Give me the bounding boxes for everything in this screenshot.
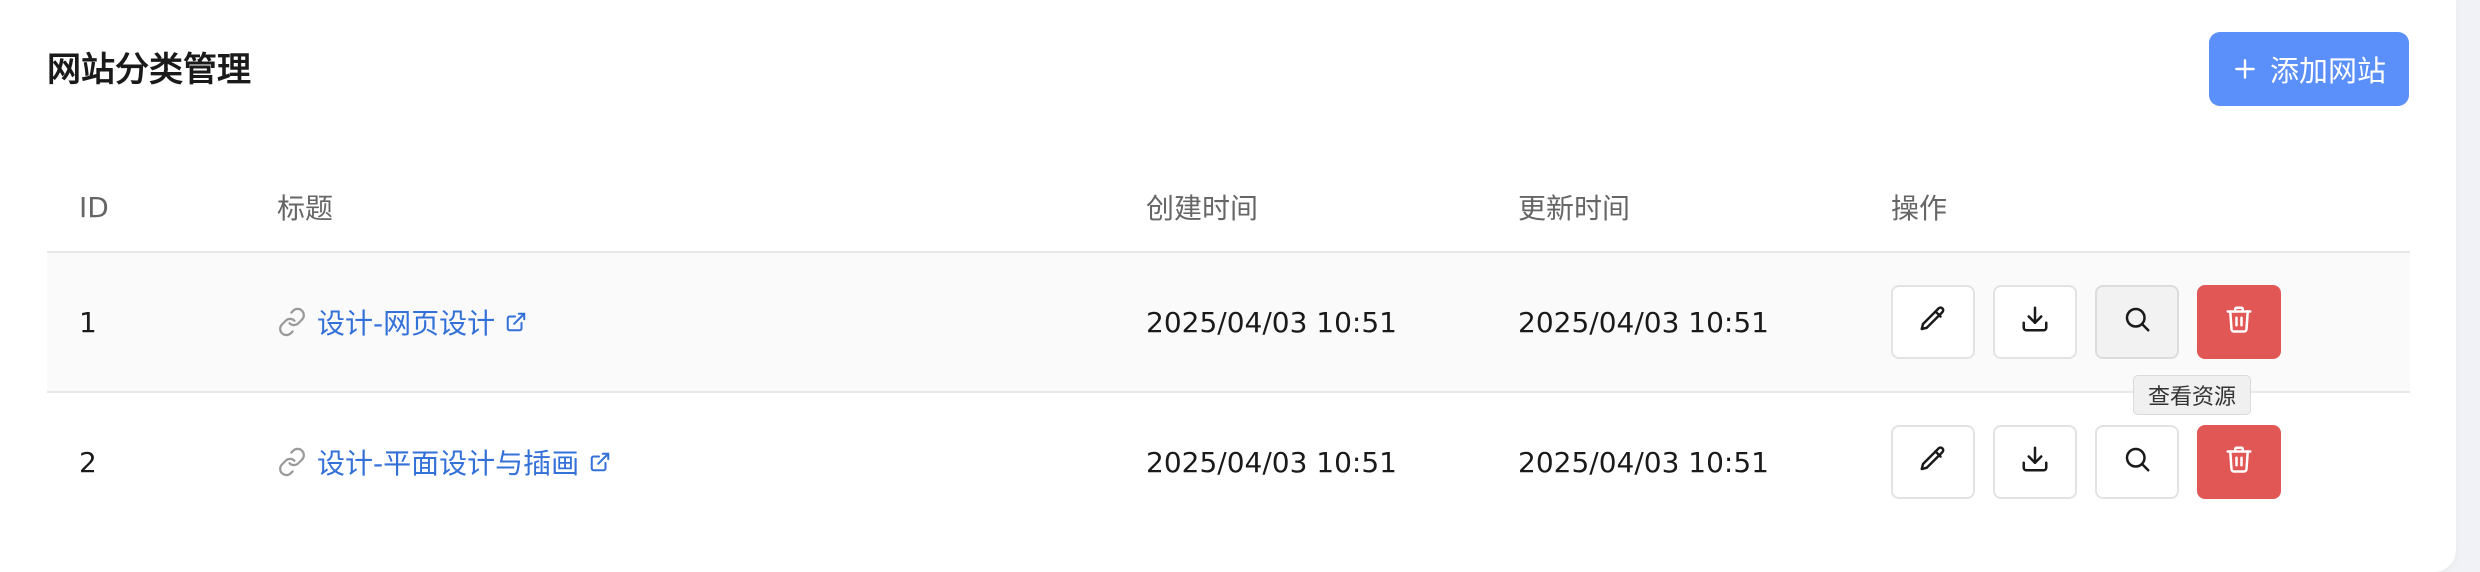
delete-button[interactable] [2197,285,2281,359]
pencil-icon [1918,304,1948,341]
edit-button[interactable] [1891,425,1975,499]
row-actions [1891,253,2281,391]
trash-icon [2224,444,2254,481]
row-id: 1 [79,305,97,339]
row-created: 2025/04/03 10:51 [1146,445,1397,479]
column-header-updated: 更新时间 [1518,192,1631,225]
row-created: 2025/04/03 10:51 [1146,305,1397,339]
category-card: 网站分类管理 添加网站 ID 标题 创建时间 更新时间 操作 1 设计-网页设计 [0,0,2456,572]
trash-icon [2224,304,2254,341]
search-icon [2122,444,2152,481]
row-title-cell: 设计-平面设计与插画 [277,393,611,531]
external-link-icon [589,451,611,473]
link-icon [277,307,307,337]
plus-icon [2232,56,2258,82]
download-icon [2020,304,2050,341]
link-icon [277,447,307,477]
add-website-label: 添加网站 [2269,56,2386,88]
table-header: ID 标题 创建时间 更新时间 操作 [47,163,2410,253]
download-button[interactable] [1993,425,2077,499]
row-updated: 2025/04/03 10:51 [1518,445,1769,479]
download-button[interactable] [1993,285,2077,359]
row-title-cell: 设计-网页设计 [277,253,527,391]
column-header-title: 标题 [277,192,334,225]
external-link-icon [505,311,527,333]
row-title-text: 设计-平面设计与插画 [317,447,580,480]
edit-button[interactable] [1891,285,1975,359]
category-table: ID 标题 创建时间 更新时间 操作 1 设计-网页设计 2025/04/03 … [47,163,2410,531]
add-website-button[interactable]: 添加网站 [2209,32,2409,106]
row-id: 2 [79,445,97,479]
page-title: 网站分类管理 [47,50,251,90]
row-title-link[interactable]: 设计-网页设计 [277,302,527,342]
view-resources-button[interactable] [2095,425,2179,499]
pencil-icon [1918,444,1948,481]
view-resources-button[interactable] [2095,285,2179,359]
download-icon [2020,444,2050,481]
search-icon [2122,304,2152,341]
column-header-actions: 操作 [1891,192,1948,225]
row-title-text: 设计-网页设计 [317,307,496,340]
column-header-id: ID [79,190,109,224]
view-resources-tooltip: 查看资源 [2133,375,2252,415]
delete-button[interactable] [2197,425,2281,499]
column-header-created: 创建时间 [1146,192,1259,225]
table-row: 2 设计-平面设计与插画 2025/04/03 10:51 2025/04/03… [47,393,2410,531]
table-row: 1 设计-网页设计 2025/04/03 10:51 2025/04/03 10… [47,253,2410,393]
row-title-link[interactable]: 设计-平面设计与插画 [277,442,611,482]
row-updated: 2025/04/03 10:51 [1518,305,1769,339]
